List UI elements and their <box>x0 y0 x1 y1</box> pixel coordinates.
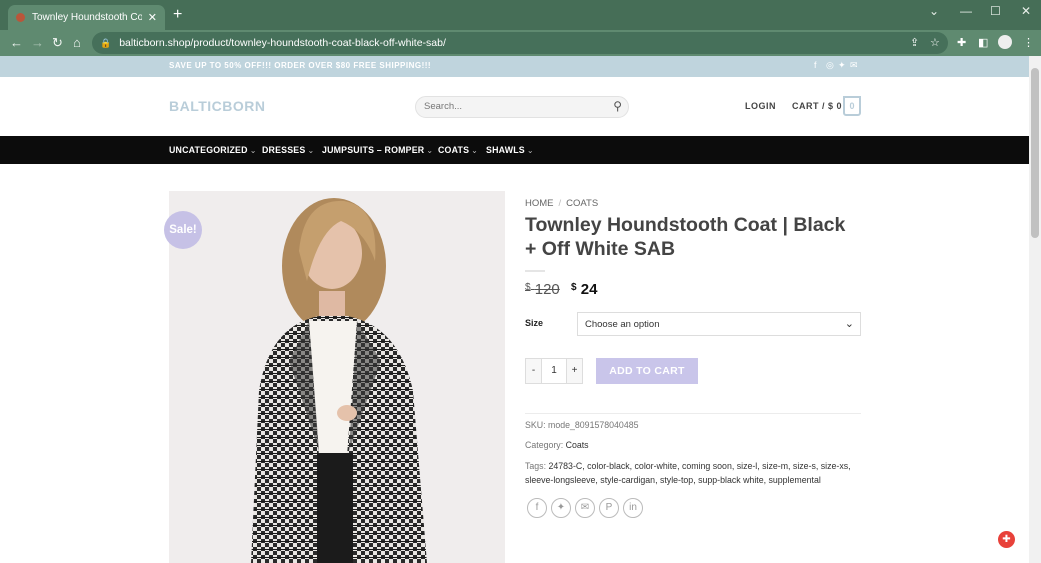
maximize-icon[interactable]: ☐ <box>990 4 1001 18</box>
nav-item-coats[interactable]: COATS ⌄ <box>438 145 478 155</box>
chevron-down-icon: ⌄ <box>526 146 534 155</box>
search-input[interactable]: Search... ⚲ <box>415 96 629 118</box>
email-icon[interactable]: ✉ <box>850 60 858 71</box>
breadcrumb: HOME / COATS <box>525 198 599 209</box>
page-scrollbar[interactable] <box>1029 56 1041 563</box>
search-icon[interactable]: ⚲ <box>613 99 622 113</box>
bookmark-star-icon[interactable]: ☆ <box>930 36 940 49</box>
promo-text: SAVE UP TO 50% OFF!!! ORDER OVER $80 FRE… <box>169 61 432 70</box>
facebook-icon[interactable]: f <box>814 60 817 70</box>
back-icon[interactable]: ← <box>10 35 23 50</box>
promo-bar: SAVE UP TO 50% OFF!!! ORDER OVER $80 FRE… <box>0 56 1029 77</box>
nav-item-uncategorized[interactable]: UNCATEGORIZED ⌄ <box>169 145 257 155</box>
close-window-icon[interactable]: ✕ <box>1021 4 1031 18</box>
meta-divider <box>525 413 861 414</box>
site-favicon-icon <box>16 13 25 22</box>
cart-count-badge[interactable]: 0 <box>843 96 861 116</box>
sale-badge: Sale! <box>164 211 202 249</box>
lock-icon: 🔒 <box>100 37 112 48</box>
share-icon[interactable]: ⇪ <box>910 36 919 49</box>
twitter-share-icon[interactable]: ✦ <box>551 498 571 518</box>
minimize-icon[interactable]: — <box>960 4 972 18</box>
chevron-down-icon: ⌄ <box>307 146 315 155</box>
chevron-down-icon: ⌄ <box>471 146 479 155</box>
breadcrumb-coats[interactable]: COATS <box>566 198 598 209</box>
twitter-icon[interactable]: ✦ <box>838 60 846 71</box>
facebook-share-icon[interactable]: f <box>527 498 547 518</box>
menu-kebab-icon[interactable]: ⋮ <box>1023 36 1034 49</box>
chevron-down-icon: ⌄ <box>426 146 434 155</box>
breadcrumb-home[interactable]: HOME <box>525 198 554 209</box>
size-select[interactable]: Choose an option ⌄ <box>577 312 861 336</box>
new-tab-icon[interactable]: + <box>173 6 182 24</box>
nav-item-jumpsuits[interactable]: JUMPSUITS – ROMPER ⌄ <box>322 145 433 155</box>
add-to-cart-button[interactable]: ADD TO CART <box>596 358 698 384</box>
search-placeholder: Search... <box>424 101 463 112</box>
site-header: BALTICBORN Search... ⚲ LOGIN CART / $ 0 … <box>0 77 1029 136</box>
side-panel-icon[interactable]: ◧ <box>978 36 988 49</box>
reload-icon[interactable]: ↻ <box>52 35 63 51</box>
login-link[interactable]: LOGIN <box>745 101 776 111</box>
close-tab-icon[interactable]: ✕ <box>148 11 157 24</box>
tab-search-icon[interactable]: ⌄ <box>929 4 939 18</box>
size-selected-value: Choose an option <box>585 319 660 330</box>
chevron-down-icon: ⌄ <box>249 146 257 155</box>
scrollbar-thumb[interactable] <box>1031 68 1039 238</box>
category-line: Category: Coats <box>525 440 589 450</box>
qty-minus-button[interactable]: - <box>526 359 541 383</box>
sku-line: SKU: mode_8091578040485 <box>525 420 639 430</box>
profile-avatar[interactable] <box>998 35 1012 49</box>
sale-price: $ 24 <box>571 281 598 298</box>
browser-toolbar: ← → ↻ ⌂ 🔒 balticborn.shop/product/townle… <box>0 30 1041 56</box>
nav-item-dresses[interactable]: DRESSES ⌄ <box>262 145 314 155</box>
cart-link[interactable]: CART / $ 0 <box>792 101 842 111</box>
browser-tab-bar: Townley Houndstooth Coat | Bla ✕ + ⌄ — ☐… <box>0 0 1041 30</box>
tab-title: Townley Houndstooth Coat | Bla <box>32 12 142 23</box>
home-icon[interactable]: ⌂ <box>73 35 81 50</box>
model-in-coat-illustration <box>251 198 427 563</box>
url-text: balticborn.shop/product/townley-houndsto… <box>119 37 446 49</box>
address-bar[interactable]: 🔒 balticborn.shop/product/townley-hounds… <box>92 32 948 54</box>
qty-input[interactable]: 1 <box>541 359 567 383</box>
site-logo[interactable]: BALTICBORN <box>169 98 266 114</box>
qty-plus-button[interactable]: + <box>567 359 582 383</box>
chevron-down-icon: ⌄ <box>844 318 854 330</box>
original-price: $ 120 <box>525 281 560 298</box>
product-image[interactable] <box>169 191 505 563</box>
tags-links[interactable]: 24783-C, color-black, color-white, comin… <box>525 461 851 485</box>
category-link[interactable]: Coats <box>566 440 589 450</box>
quantity-stepper: - 1 + <box>525 358 583 384</box>
size-label: Size <box>525 318 544 328</box>
instagram-icon[interactable]: ◎ <box>826 60 834 71</box>
pinterest-share-icon[interactable]: P <box>599 498 619 518</box>
tags-line: Tags: 24783-C, color-black, color-white,… <box>525 461 851 485</box>
title-divider <box>525 270 545 272</box>
sku-value: mode_8091578040485 <box>548 420 639 430</box>
email-share-icon[interactable]: ✉ <box>575 498 595 518</box>
browser-tab[interactable]: Townley Houndstooth Coat | Bla ✕ <box>8 5 165 30</box>
main-navigation: UNCATEGORIZED ⌄ DRESSES ⌄ JUMPSUITS – ROMP… <box>0 136 1029 164</box>
extensions-icon[interactable]: ✚ <box>957 36 966 49</box>
linkedin-share-icon[interactable]: in <box>623 498 643 518</box>
forward-icon[interactable]: → <box>31 35 44 50</box>
chat-help-icon[interactable]: ✚ <box>998 531 1015 548</box>
nav-item-shawls[interactable]: SHAWLS ⌄ <box>486 145 534 155</box>
product-title: Townley Houndstooth Coat | Black + Off W… <box>525 214 846 260</box>
